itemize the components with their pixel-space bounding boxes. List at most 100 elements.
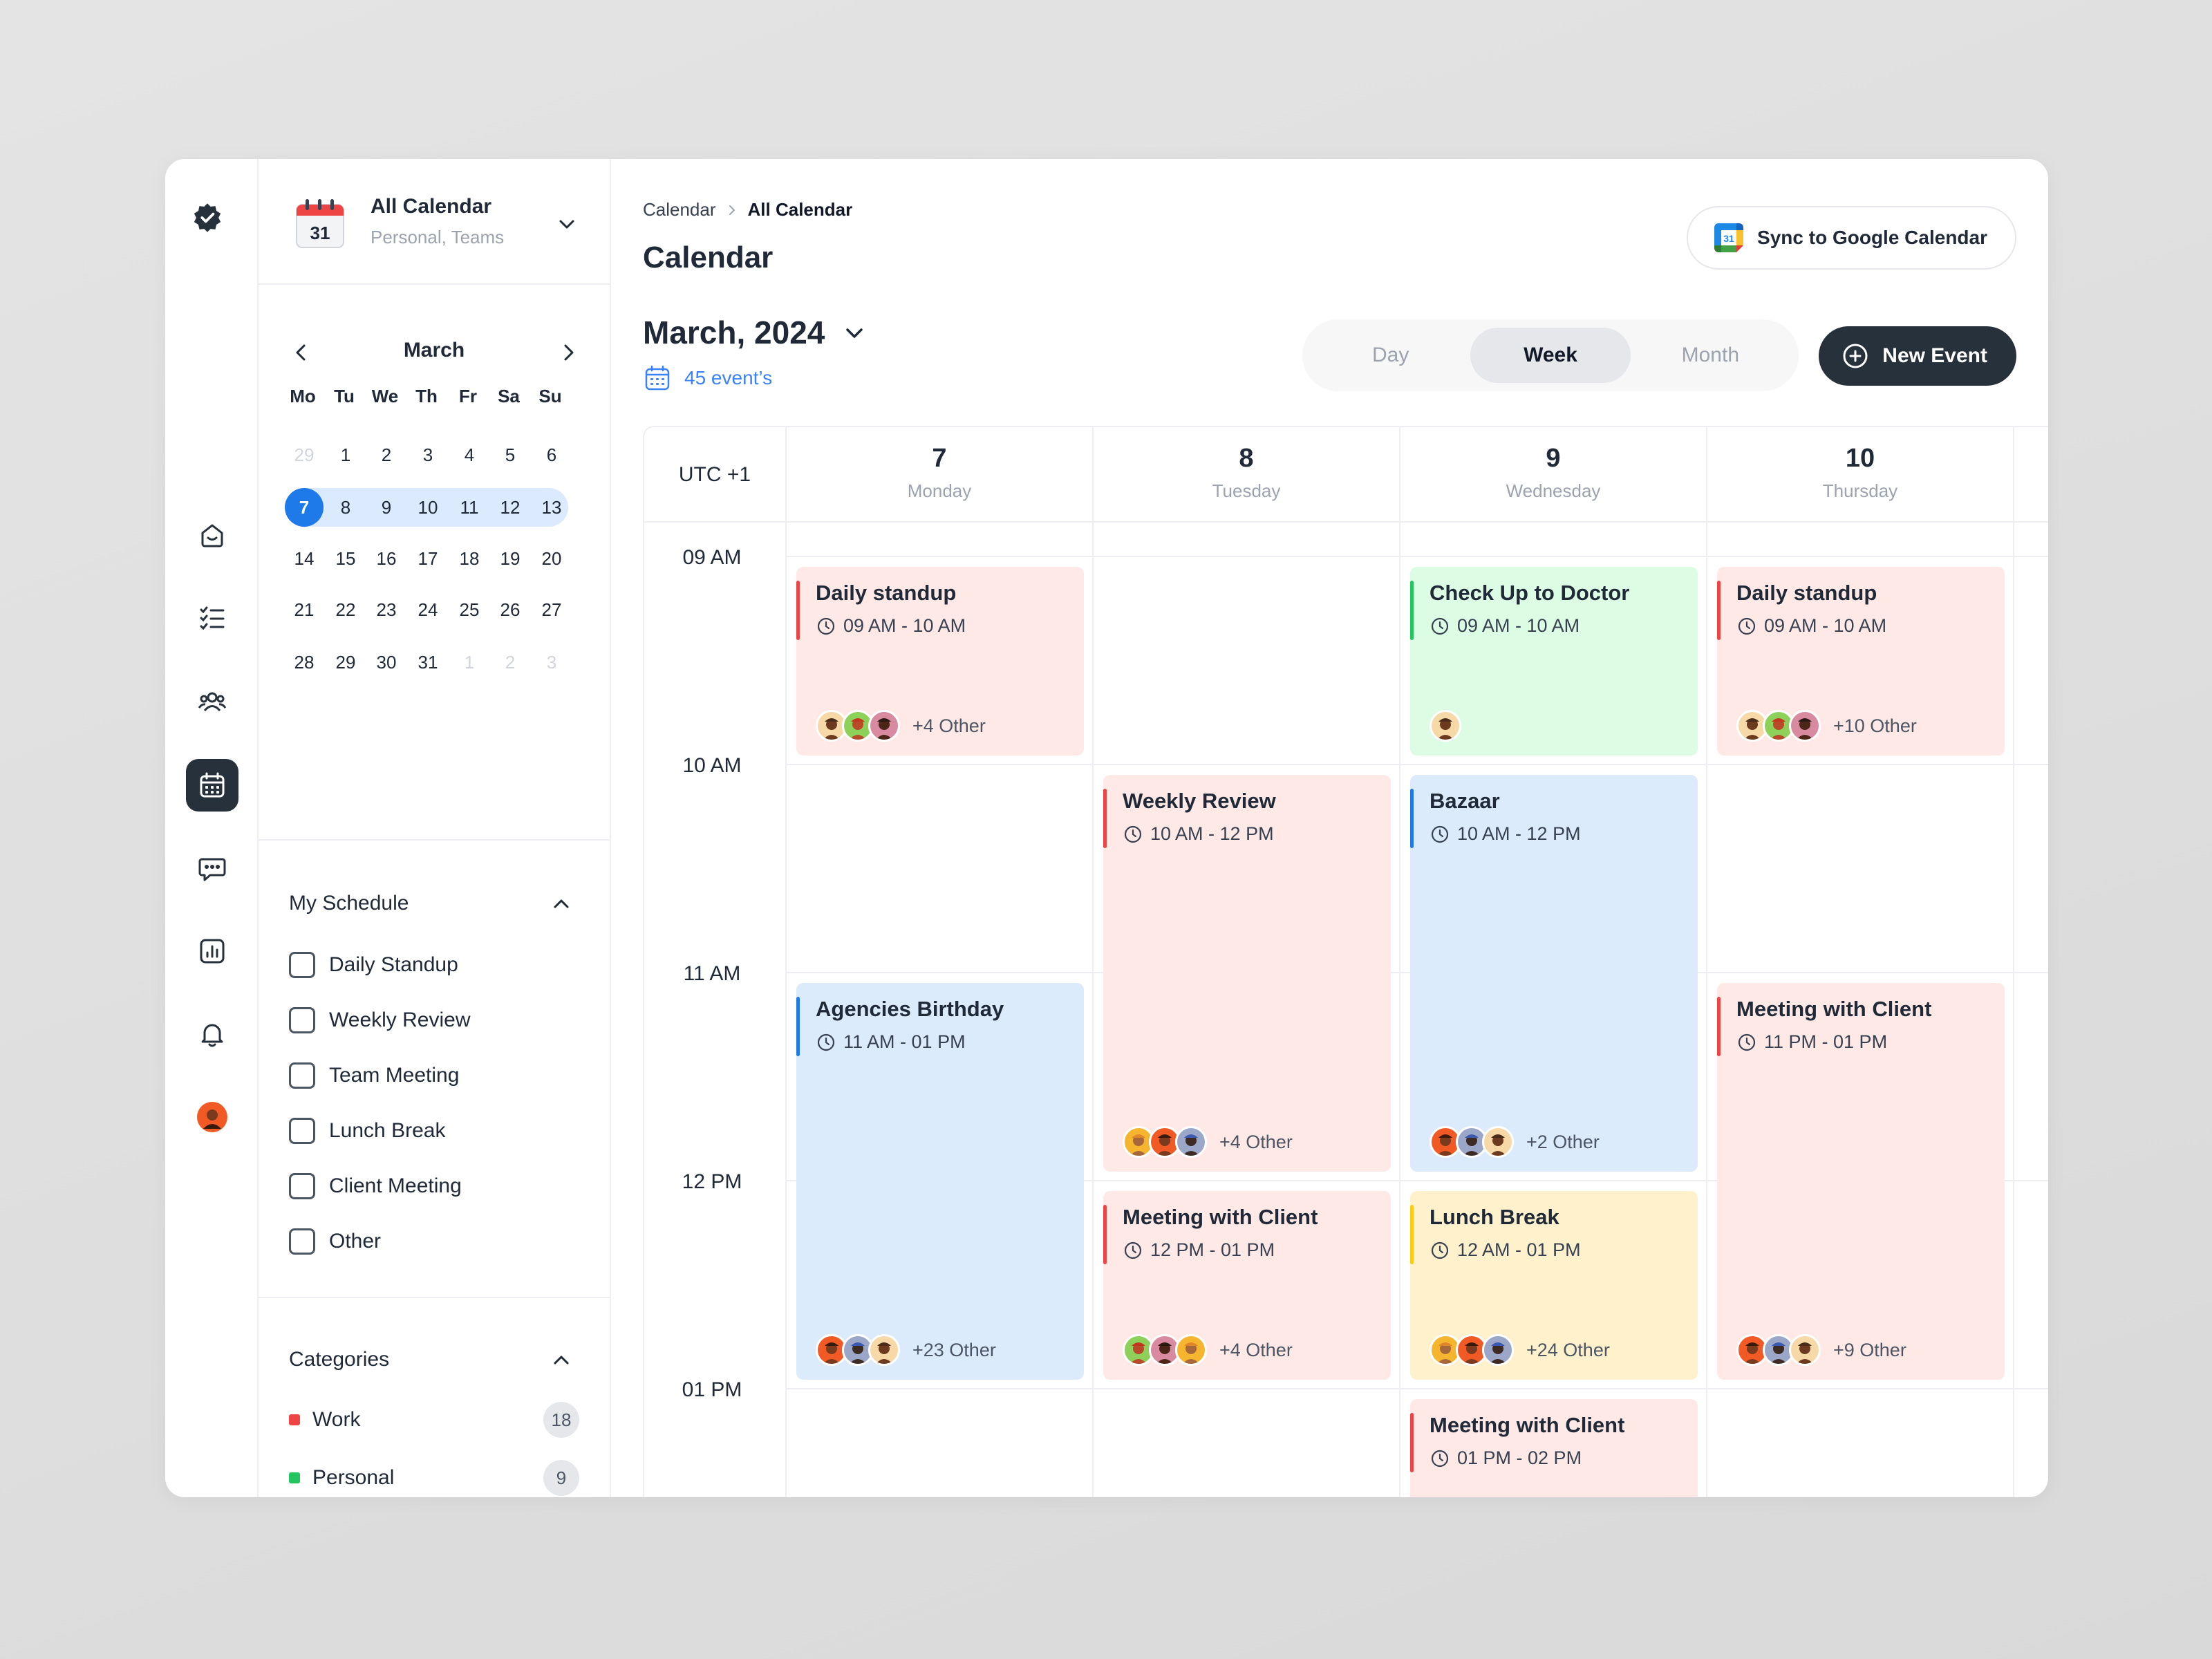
checkbox[interactable] — [289, 1062, 315, 1089]
time-column: 09 AM 10 AM 11 AM 12 PM 01 PM — [644, 523, 787, 1497]
breadcrumb: Calendar All Calendar — [643, 199, 852, 221]
mini-calendar-day[interactable]: 31 — [409, 643, 447, 682]
mini-calendar-day[interactable]: 22 — [326, 590, 365, 629]
tab-month[interactable]: Month — [1631, 328, 1790, 383]
mini-calendar-day[interactable]: 7 — [285, 488, 324, 527]
mini-calendar-day[interactable]: 29 — [326, 643, 365, 682]
calendar-selector[interactable]: 31 All Calendar Personal, Teams — [259, 159, 610, 285]
chat-icon[interactable] — [186, 842, 238, 894]
mini-calendar-day[interactable]: 27 — [532, 590, 571, 629]
tab-week[interactable]: Week — [1470, 328, 1631, 383]
checkbox[interactable] — [289, 1118, 315, 1144]
category-item[interactable]: Work 18 — [289, 1402, 579, 1438]
mini-calendar-day[interactable]: 13 — [532, 488, 571, 527]
checkbox[interactable] — [289, 1007, 315, 1033]
mini-calendar-day[interactable]: 2 — [491, 643, 529, 682]
mini-calendar-day[interactable]: 8 — [326, 488, 365, 527]
mini-calendar-day[interactable]: 28 — [285, 643, 324, 682]
event-card[interactable]: Meeting with Client 11 PM - 01 PM +9 Other — [1717, 983, 2005, 1380]
next-month-icon[interactable] — [554, 339, 582, 366]
mini-calendar-day[interactable]: 17 — [409, 539, 447, 578]
mini-calendar-day[interactable]: 3 — [532, 643, 571, 682]
mini-calendar-day[interactable]: 21 — [285, 590, 324, 629]
event-card[interactable]: Weekly Review 10 AM - 12 PM +4 Other — [1103, 775, 1391, 1172]
event-attendees[interactable] — [1430, 710, 1461, 742]
notification-icon[interactable] — [186, 1008, 238, 1060]
event-card[interactable]: Meeting with Client 01 PM - 02 PM — [1410, 1399, 1698, 1497]
event-attendees[interactable]: +10 Other — [1736, 710, 1917, 742]
clock-icon — [1124, 825, 1142, 843]
mini-calendar-day[interactable]: 18 — [450, 539, 489, 578]
mini-calendar-day[interactable]: 5 — [491, 435, 529, 474]
mini-calendar-day[interactable]: 10 — [409, 488, 447, 527]
mini-calendar-day[interactable]: 11 — [450, 488, 489, 527]
mini-calendar-day[interactable]: 1 — [326, 435, 365, 474]
event-attendees[interactable]: +4 Other — [1123, 1126, 1293, 1158]
event-card[interactable]: Daily standup 09 AM - 10 AM +4 Other — [796, 567, 1084, 756]
schedule-checkbox-item[interactable]: Lunch Break — [289, 1117, 445, 1145]
breadcrumb-root[interactable]: Calendar — [643, 199, 716, 221]
event-attendees[interactable]: +4 Other — [1123, 1334, 1293, 1366]
event-card[interactable]: Check Up to Doctor 09 AM - 10 AM — [1410, 567, 1698, 756]
event-attendees[interactable]: +9 Other — [1736, 1334, 1906, 1366]
mini-calendar-day[interactable]: 25 — [450, 590, 489, 629]
day-header[interactable]: 10 Thursday — [1707, 427, 2014, 523]
chevron-up-icon[interactable] — [549, 892, 574, 917]
mini-calendar-day[interactable]: 19 — [491, 539, 529, 578]
mini-calendar-day[interactable]: 26 — [491, 590, 529, 629]
mini-calendar-day[interactable]: 23 — [367, 590, 406, 629]
mini-calendar-day[interactable]: 4 — [450, 435, 489, 474]
weekday-label: We — [371, 386, 399, 406]
event-card[interactable]: Meeting with Client 12 PM - 01 PM +4 Other — [1103, 1191, 1391, 1380]
calendar-nav-icon[interactable] — [186, 759, 238, 812]
mini-calendar-day[interactable]: 29 — [285, 435, 324, 474]
checkbox[interactable] — [289, 1173, 315, 1199]
mini-calendar-day[interactable]: 3 — [409, 435, 447, 474]
mini-calendar-day[interactable]: 12 — [491, 488, 529, 527]
mini-calendar-day[interactable]: 30 — [367, 643, 406, 682]
app-logo-icon[interactable] — [191, 202, 233, 243]
new-event-button[interactable]: New Event — [1819, 326, 2016, 386]
event-attendees[interactable]: +4 Other — [816, 710, 986, 742]
analytics-icon[interactable] — [186, 925, 238, 977]
mini-calendar-day[interactable]: 9 — [367, 488, 406, 527]
event-card[interactable]: Daily standup 09 AM - 10 AM +10 Other — [1717, 567, 2005, 756]
clock-icon — [817, 617, 835, 635]
day-header[interactable]: 7 Monday — [787, 427, 1094, 523]
user-avatar[interactable] — [186, 1091, 238, 1143]
tab-day[interactable]: Day — [1311, 328, 1470, 383]
day-number: 8 — [1239, 444, 1254, 473]
mini-calendar-day[interactable]: 20 — [532, 539, 571, 578]
checkbox[interactable] — [289, 952, 315, 978]
schedule-checkbox-item[interactable]: Team Meeting — [289, 1062, 459, 1089]
day-header[interactable]: 9 Wednesday — [1400, 427, 1707, 523]
event-attendees[interactable]: +23 Other — [816, 1334, 996, 1366]
mini-calendar-day[interactable]: 15 — [326, 539, 365, 578]
day-header[interactable]: 8 Tuesday — [1094, 427, 1400, 523]
event-card[interactable]: Agencies Birthday 11 AM - 01 PM +23 Other — [796, 983, 1084, 1380]
event-attendees[interactable]: +2 Other — [1430, 1126, 1600, 1158]
schedule-checkbox-item[interactable]: Weekly Review — [289, 1006, 471, 1034]
event-card[interactable]: Lunch Break 12 AM - 01 PM +24 Other — [1410, 1191, 1698, 1380]
category-item[interactable]: Personal 9 — [289, 1460, 579, 1496]
chevron-up-icon[interactable] — [549, 1348, 574, 1373]
sync-google-calendar-button[interactable]: 31 Sync to Google Calendar — [1687, 206, 2016, 270]
team-icon[interactable] — [186, 675, 238, 727]
mini-calendar-day[interactable]: 6 — [532, 435, 571, 474]
checkbox[interactable] — [289, 1228, 315, 1255]
schedule-checkbox-item[interactable]: Other — [289, 1228, 381, 1255]
tasks-icon[interactable] — [186, 592, 238, 644]
chevron-down-icon[interactable] — [554, 212, 579, 236]
schedule-checkbox-item[interactable]: Daily Standup — [289, 951, 458, 979]
mini-calendar-day[interactable]: 1 — [450, 643, 489, 682]
home-icon[interactable] — [186, 509, 238, 561]
schedule-checkbox-item[interactable]: Client Meeting — [289, 1172, 462, 1200]
mini-calendar-day[interactable]: 2 — [367, 435, 406, 474]
mini-calendar-day[interactable]: 14 — [285, 539, 324, 578]
mini-calendar-day[interactable]: 24 — [409, 590, 447, 629]
event-attendees[interactable]: +24 Other — [1430, 1334, 1610, 1366]
date-selector[interactable]: March, 2024 — [643, 314, 868, 351]
mini-calendar-day[interactable]: 16 — [367, 539, 406, 578]
day-header[interactable] — [2014, 427, 2048, 523]
event-card[interactable]: Bazaar 10 AM - 12 PM +2 Other — [1410, 775, 1698, 1172]
